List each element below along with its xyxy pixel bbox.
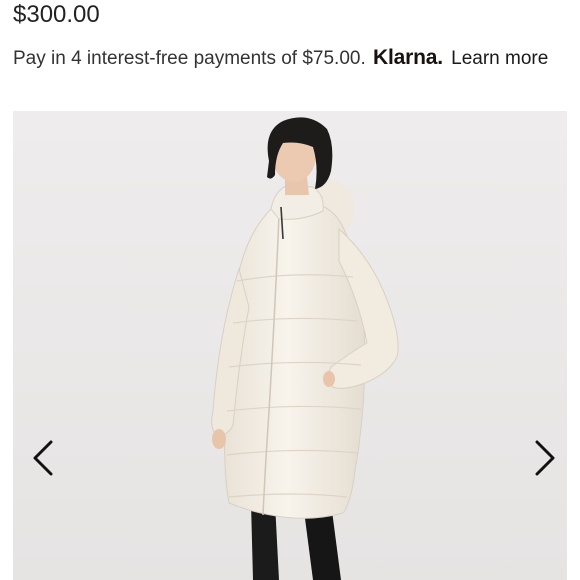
- klarna-installment-line: Pay in 4 interest-free payments of $75.0…: [13, 46, 548, 71]
- learn-more-link[interactable]: Learn more: [451, 48, 548, 69]
- klarna-logo: Klarna.: [373, 46, 443, 69]
- next-image-button[interactable]: [525, 436, 565, 480]
- installment-text: Pay in 4 interest-free payments of $75.0…: [13, 48, 366, 69]
- product-image-gallery[interactable]: [13, 111, 567, 580]
- previous-image-button[interactable]: [23, 436, 63, 480]
- product-price: $300.00: [13, 1, 100, 28]
- chevron-right-icon: [535, 440, 555, 476]
- chevron-left-icon: [33, 440, 53, 476]
- product-photo: [13, 111, 567, 580]
